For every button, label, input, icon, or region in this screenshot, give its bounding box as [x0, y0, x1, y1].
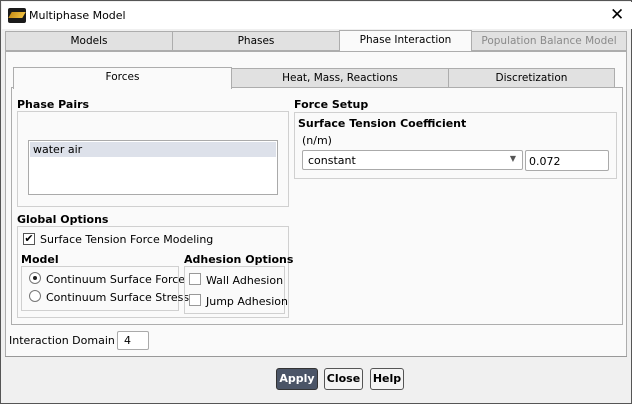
tab-models[interactable]: Models: [5, 31, 173, 51]
close-icon[interactable]: ✕: [610, 5, 624, 25]
continuum-surface-force-label: Continuum Surface Force: [46, 273, 186, 286]
units-label: (n/m): [302, 134, 332, 147]
chevron-down-icon: ▼: [509, 154, 516, 163]
jump-adhesion-checkbox[interactable]: [189, 294, 201, 306]
tab-forces[interactable]: Forces: [13, 67, 232, 89]
close-button[interactable]: Close: [324, 368, 363, 390]
app-logo-icon: [8, 8, 26, 23]
model-label: Model: [21, 253, 59, 266]
global-options-label: Global Options: [17, 213, 109, 226]
phase-pairs-label: Phase Pairs: [17, 98, 90, 111]
tab-population-balance-model: Population Balance Model: [471, 31, 627, 51]
dialog-window: Multiphase Model ✕ Models Phases Phase I…: [0, 0, 632, 404]
jump-adhesion-label: Jump Adhesion: [206, 295, 288, 308]
title-bar: Multiphase Model ✕: [2, 2, 632, 29]
surface-tension-checkbox[interactable]: ✔: [23, 233, 35, 245]
continuum-surface-stress-radio[interactable]: [29, 290, 41, 302]
tab-phase-interaction[interactable]: Phase Interaction: [339, 30, 472, 52]
continuum-surface-force-radio[interactable]: [29, 272, 41, 284]
surface-tension-label: Surface Tension Force Modeling: [40, 233, 214, 246]
window-title: Multiphase Model: [29, 9, 126, 22]
wall-adhesion-checkbox[interactable]: [189, 273, 201, 285]
apply-button[interactable]: Apply: [276, 368, 318, 390]
interaction-domain-id-label: Interaction Domain ID: [9, 334, 131, 347]
wall-adhesion-label: Wall Adhesion: [206, 274, 284, 287]
coefficient-value-input[interactable]: 0.072: [525, 150, 609, 171]
tab-phases[interactable]: Phases: [172, 31, 340, 51]
phase-pairs-list[interactable]: water air: [28, 140, 278, 195]
force-setup-label: Force Setup: [294, 98, 369, 111]
surface-tension-coefficient-label: Surface Tension Coefficient: [298, 117, 467, 130]
method-dropdown[interactable]: constant ▼: [302, 150, 523, 170]
adhesion-options-label: Adhesion Options: [184, 253, 294, 266]
help-button[interactable]: Help: [370, 368, 404, 390]
continuum-surface-stress-label: Continuum Surface Stress: [46, 291, 190, 304]
tab-discretization[interactable]: Discretization: [448, 68, 615, 88]
interaction-domain-id-input[interactable]: 4: [117, 331, 149, 350]
tab-heat-mass-reactions[interactable]: Heat, Mass, Reactions: [231, 68, 449, 88]
list-item[interactable]: water air: [30, 142, 276, 157]
